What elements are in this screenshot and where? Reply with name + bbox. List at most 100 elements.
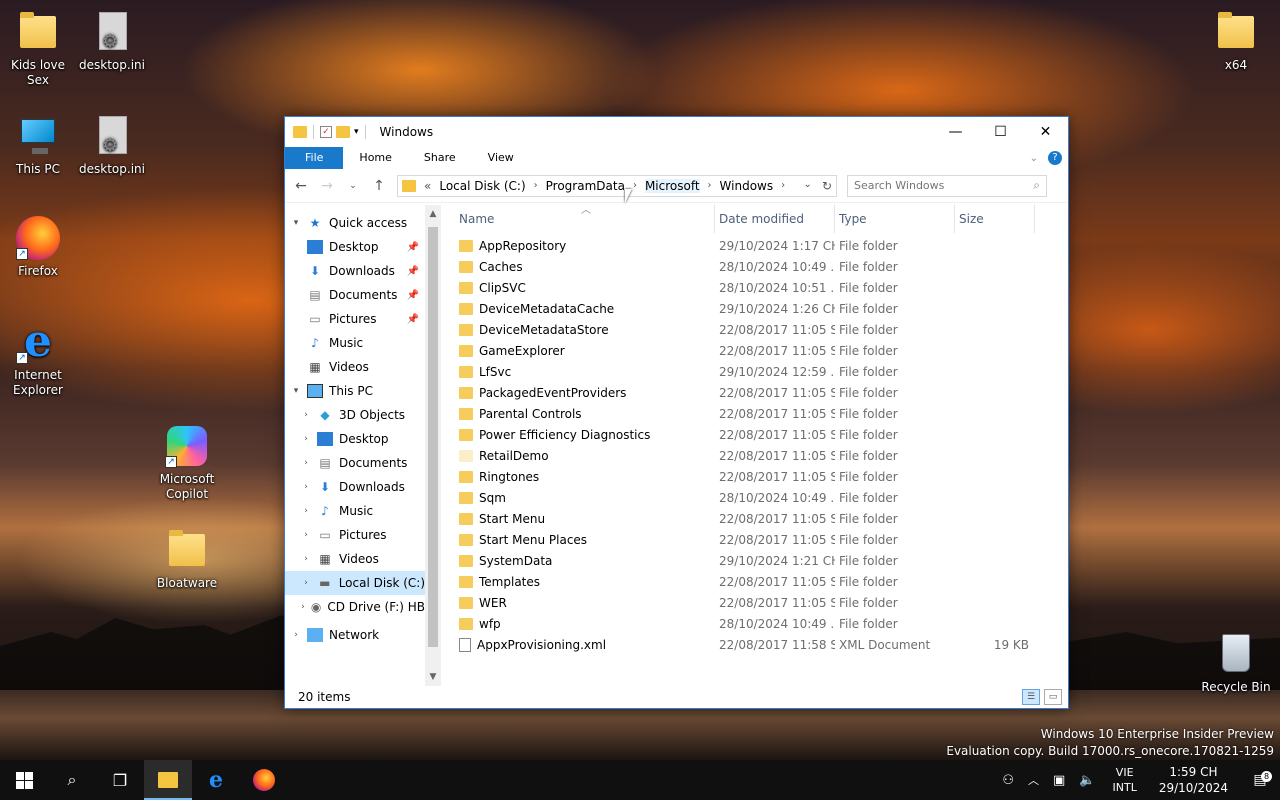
action-center-button[interactable]: ▤ 8 bbox=[1240, 771, 1280, 788]
nav-pc-desktop[interactable]: › Desktop bbox=[285, 427, 425, 451]
scroll-up-icon[interactable]: ▲ bbox=[425, 209, 441, 219]
tab-share[interactable]: Share bbox=[408, 147, 472, 169]
nav-pc-local-disk[interactable]: › ▬ Local Disk (C:) bbox=[285, 571, 425, 595]
table-row[interactable]: Caches 28/10/2024 10:49 ... File folder bbox=[455, 256, 1068, 277]
chevron-right-icon[interactable]: › bbox=[633, 180, 637, 191]
nav-pc-cd-drive[interactable]: › ◉ CD Drive (F:) HB bbox=[285, 595, 425, 619]
details-view-button[interactable]: ☰ bbox=[1022, 689, 1040, 705]
desktop-icon-kids-folder[interactable]: Kids love Sex bbox=[0, 10, 76, 88]
nav-scrollbar[interactable]: ▲ ▼ bbox=[425, 205, 441, 686]
chevron-down-icon[interactable]: ▾ bbox=[289, 218, 303, 228]
nav-network[interactable]: › Network bbox=[285, 623, 425, 647]
address-dropdown-icon[interactable]: ⌄ bbox=[804, 179, 812, 193]
desktop-icon-bloatware[interactable]: Bloatware bbox=[149, 528, 225, 591]
chevron-right-icon[interactable]: › bbox=[299, 554, 313, 564]
nav-pc-music[interactable]: › ♪ Music bbox=[285, 499, 425, 523]
input-language[interactable]: VIE INTL bbox=[1103, 765, 1147, 795]
breadcrumb-microsoft[interactable]: Microsoft bbox=[644, 178, 700, 193]
table-row[interactable]: AppRepository 29/10/2024 1:17 CH File fold… bbox=[455, 235, 1068, 256]
nav-pc-videos[interactable]: › ▦ Videos bbox=[285, 547, 425, 571]
taskbar-file-explorer[interactable] bbox=[144, 760, 192, 800]
address-bar[interactable]: « Local Disk (C:) › ProgramData › Micros… bbox=[397, 174, 837, 197]
table-row[interactable]: LfSvc 29/10/2024 12:59 ... File folder bbox=[455, 361, 1068, 382]
chevron-right-icon[interactable]: › bbox=[299, 578, 313, 588]
title-bar[interactable]: ✓ ▾ Windows — ☐ ✕ bbox=[285, 117, 1068, 147]
nav-quick-downloads[interactable]: ⬇ Downloads 📌 bbox=[285, 259, 425, 283]
desktop-icon-this-pc[interactable]: This PC bbox=[0, 114, 76, 177]
new-folder-icon[interactable] bbox=[336, 126, 350, 138]
table-row[interactable]: DeviceMetadataStore 22/08/2017 11:05 SA Fi… bbox=[455, 319, 1068, 340]
refresh-icon[interactable]: ↻ bbox=[822, 179, 832, 193]
chevron-right-icon[interactable]: › bbox=[299, 410, 313, 420]
nav-quick-music[interactable]: ♪ Music bbox=[285, 331, 425, 355]
show-hidden-icons-icon[interactable]: ︿ bbox=[1021, 772, 1046, 788]
forward-button[interactable]: → bbox=[319, 178, 335, 194]
desktop-icon-internet-explorer[interactable]: e ↗ Internet Explorer bbox=[0, 320, 76, 398]
table-row[interactable]: Sqm 28/10/2024 10:49 ... File folder bbox=[455, 487, 1068, 508]
table-row[interactable]: GameExplorer 22/08/2017 11:05 SA File fold… bbox=[455, 340, 1068, 361]
chevron-right-icon[interactable]: › bbox=[299, 434, 313, 444]
maximize-button[interactable]: ☐ bbox=[978, 117, 1023, 147]
desktop-icon-x64[interactable]: x64 bbox=[1198, 10, 1274, 73]
table-row[interactable]: Templates 22/08/2017 11:05 SA File folder bbox=[455, 571, 1068, 592]
nav-quick-access[interactable]: ▾ ★ Quick access bbox=[285, 211, 425, 235]
chevron-right-icon[interactable]: › bbox=[299, 506, 313, 516]
nav-pc-downloads[interactable]: › ⬇ Downloads bbox=[285, 475, 425, 499]
clock[interactable]: 1:59 CH 29/10/2024 bbox=[1147, 764, 1240, 796]
up-button[interactable]: ↑ bbox=[371, 178, 387, 194]
customize-toolbar-icon[interactable]: ▾ bbox=[354, 127, 359, 137]
chevron-right-icon[interactable]: › bbox=[708, 180, 712, 191]
tab-file[interactable]: File bbox=[285, 147, 344, 169]
desktop-icon-copilot[interactable]: ↗ Microsoft Copilot bbox=[149, 424, 225, 502]
table-row[interactable]: Start Menu Places 22/08/2017 11:05 SA File… bbox=[455, 529, 1068, 550]
chevron-right-icon[interactable]: › bbox=[299, 602, 307, 612]
chevron-right-icon[interactable]: › bbox=[781, 180, 785, 191]
minimize-button[interactable]: — bbox=[933, 117, 978, 147]
chevron-right-icon[interactable]: › bbox=[534, 180, 538, 191]
table-row[interactable]: PackagedEventProviders 22/08/2017 11:05 S… bbox=[455, 382, 1068, 403]
nav-pc-pictures[interactable]: › ▭ Pictures bbox=[285, 523, 425, 547]
column-size[interactable]: Size bbox=[955, 205, 1035, 233]
table-row[interactable]: AppxProvisioning.xml 22/08/2017 11:58 SA X… bbox=[455, 634, 1068, 655]
table-row[interactable]: ClipSVC 28/10/2024 10:51 ... File folder bbox=[455, 277, 1068, 298]
chevron-right-icon[interactable]: › bbox=[299, 482, 313, 492]
network-status-icon[interactable]: ▣ bbox=[1046, 773, 1072, 788]
search-box[interactable]: ⌕ bbox=[847, 174, 1047, 197]
close-button[interactable]: ✕ bbox=[1023, 117, 1068, 147]
chevron-right-icon[interactable]: › bbox=[299, 530, 313, 540]
desktop-icon-desktop-ini-2[interactable]: desktop.ini bbox=[74, 114, 150, 177]
taskbar-internet-explorer[interactable]: e bbox=[192, 760, 240, 800]
desktop-icon-recycle-bin[interactable]: Recycle Bin bbox=[1198, 632, 1274, 695]
taskbar-firefox[interactable] bbox=[240, 760, 288, 800]
chevron-right-icon[interactable]: › bbox=[299, 458, 313, 468]
large-icons-view-button[interactable]: ▭ bbox=[1044, 689, 1062, 705]
column-date-modified[interactable]: Date modified bbox=[715, 205, 835, 233]
recent-locations-button[interactable]: ⌄ bbox=[345, 181, 361, 191]
nav-quick-pictures[interactable]: ▭ Pictures 📌 bbox=[285, 307, 425, 331]
breadcrumb-programdata[interactable]: ProgramData bbox=[546, 179, 625, 193]
scrollbar-thumb[interactable] bbox=[428, 227, 438, 647]
nav-quick-videos[interactable]: ▦ Videos bbox=[285, 355, 425, 379]
chevron-right-icon[interactable]: › bbox=[289, 630, 303, 640]
nav-quick-desktop[interactable]: Desktop 📌 bbox=[285, 235, 425, 259]
table-row[interactable]: RetailDemo 22/08/2017 11:05 SA File folder bbox=[455, 445, 1068, 466]
task-view-button[interactable]: ❐ bbox=[96, 760, 144, 800]
people-icon[interactable]: ⚇ bbox=[995, 773, 1021, 788]
table-row[interactable]: SystemData 29/10/2024 1:21 CH File folder bbox=[455, 550, 1068, 571]
scroll-down-icon[interactable]: ▼ bbox=[425, 672, 441, 682]
table-row[interactable]: WER 22/08/2017 11:05 SA File folder bbox=[455, 592, 1068, 613]
table-row[interactable]: Parental Controls 22/08/2017 11:05 SA File… bbox=[455, 403, 1068, 424]
table-row[interactable]: wfp 28/10/2024 10:49 ... File folder bbox=[455, 613, 1068, 634]
nav-this-pc[interactable]: ▾ This PC bbox=[285, 379, 425, 403]
expand-ribbon-icon[interactable]: ⌄ bbox=[1030, 153, 1038, 164]
table-row[interactable]: Ringtones 22/08/2017 11:05 SA File folder bbox=[455, 466, 1068, 487]
chevron-down-icon[interactable]: ▾ bbox=[289, 386, 303, 396]
desktop-icon-firefox[interactable]: ↗ Firefox bbox=[0, 216, 76, 279]
table-row[interactable]: Start Menu 22/08/2017 11:05 SA File folder bbox=[455, 508, 1068, 529]
desktop-icon-desktop-ini-1[interactable]: desktop.ini bbox=[74, 10, 150, 73]
nav-pc-3d-objects[interactable]: › ◆ 3D Objects bbox=[285, 403, 425, 427]
nav-quick-documents[interactable]: ▤ Documents 📌 bbox=[285, 283, 425, 307]
table-row[interactable]: DeviceMetadataCache 29/10/2024 1:26 CH Fil… bbox=[455, 298, 1068, 319]
breadcrumb-windows[interactable]: Windows bbox=[720, 179, 774, 193]
tab-home[interactable]: Home bbox=[343, 147, 407, 169]
